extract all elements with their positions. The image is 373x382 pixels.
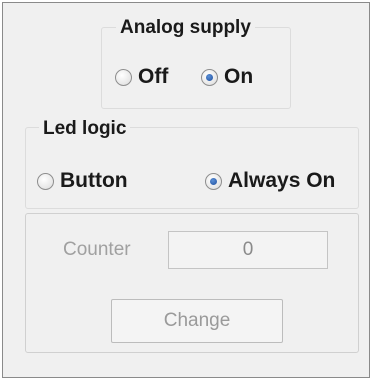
led-logic-always-on-label: Always On	[228, 169, 336, 192]
led-logic-always-on-radio[interactable]: Always On	[205, 169, 335, 193]
settings-panel: Analog supply Off On Led logic Button Al…	[2, 2, 370, 378]
analog-supply-title: Analog supply	[116, 17, 255, 39]
radio-selected-icon	[201, 68, 218, 86]
analog-supply-off-radio[interactable]: Off	[115, 65, 168, 89]
led-logic-button-radio[interactable]: Button	[37, 169, 128, 193]
counter-label: Counter	[63, 239, 131, 260]
led-logic-title: Led logic	[39, 118, 131, 140]
counter-value-field[interactable]: 0	[168, 231, 328, 269]
radio-unselected-icon	[37, 172, 54, 190]
analog-supply-on-label: On	[224, 65, 254, 88]
radio-unselected-icon	[115, 68, 132, 86]
analog-supply-off-label: Off	[138, 65, 169, 88]
led-logic-button-label: Button	[60, 169, 128, 192]
radio-selected-icon	[205, 172, 222, 190]
change-button[interactable]: Change	[111, 299, 283, 343]
analog-supply-on-radio[interactable]: On	[201, 65, 253, 89]
